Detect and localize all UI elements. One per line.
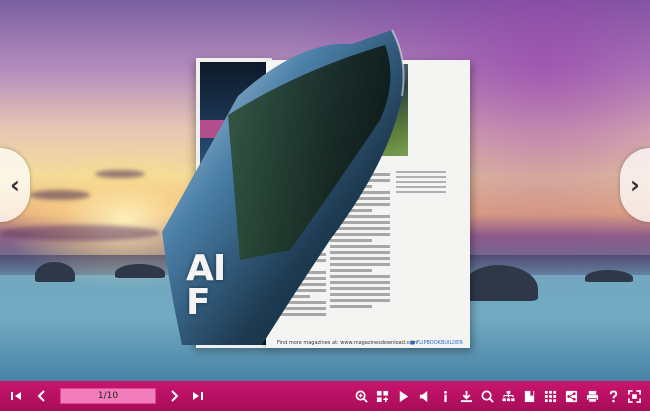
page-headline-letters: AI F xyxy=(186,248,226,323)
bookmark-button[interactable] xyxy=(519,386,539,406)
chevron-left-icon: ‹ xyxy=(10,171,20,199)
viewer-stage: Find more magazines at: www.magazinesdow… xyxy=(0,0,650,381)
fullscreen-button[interactable] xyxy=(624,386,644,406)
fullscreen-icon xyxy=(627,389,641,403)
thumbnails-button[interactable] xyxy=(372,386,392,406)
chevron-left-icon xyxy=(37,390,45,402)
autoplay-button[interactable] xyxy=(393,386,413,406)
share-button[interactable] xyxy=(561,386,581,406)
chevron-right-icon xyxy=(171,390,179,402)
next-page-toolbar-button[interactable] xyxy=(164,386,184,406)
bottom-toolbar: 1/10 xyxy=(0,381,650,411)
background-rock xyxy=(35,262,75,282)
print-button[interactable] xyxy=(582,386,602,406)
zoom-in-button[interactable] xyxy=(351,386,371,406)
search-icon xyxy=(481,390,494,403)
last-page-button[interactable] xyxy=(188,386,208,406)
article-sidebar-text xyxy=(396,168,446,196)
help-button[interactable] xyxy=(603,386,623,406)
page-number-input[interactable]: 1/10 xyxy=(60,388,156,404)
toolbar-tools xyxy=(351,381,644,411)
info-button[interactable] xyxy=(435,386,455,406)
sound-button[interactable] xyxy=(414,386,434,406)
first-page-icon xyxy=(11,392,21,400)
help-icon xyxy=(609,389,617,402)
download-icon xyxy=(460,390,472,402)
tree-icon xyxy=(501,390,515,401)
play-icon xyxy=(399,390,408,402)
background-cloud xyxy=(0,225,160,241)
print-icon xyxy=(586,390,598,402)
page-footer-tag: ■ FLIPBOOKBUILDER xyxy=(410,340,463,346)
grid-view-button[interactable] xyxy=(540,386,560,406)
previous-page-button[interactable] xyxy=(32,386,52,406)
background-cloud xyxy=(30,190,90,200)
bookmark-icon xyxy=(524,390,534,402)
grid-icon xyxy=(544,390,556,402)
download-button[interactable] xyxy=(456,386,476,406)
thumbnails-icon xyxy=(376,390,388,402)
sound-icon xyxy=(419,390,427,402)
page-footer-note: Find more magazines at: www.magazinesdow… xyxy=(277,340,418,346)
table-of-contents-button[interactable] xyxy=(498,386,518,406)
background-cloud xyxy=(95,170,145,178)
background-rock xyxy=(115,264,165,278)
last-page-icon xyxy=(193,392,203,400)
first-page-button[interactable] xyxy=(6,386,26,406)
share-icon xyxy=(565,390,577,402)
search-button[interactable] xyxy=(477,386,497,406)
background-rock xyxy=(585,270,633,282)
info-icon xyxy=(443,390,447,402)
chevron-right-icon: › xyxy=(630,171,640,199)
zoom-in-icon xyxy=(355,390,368,403)
